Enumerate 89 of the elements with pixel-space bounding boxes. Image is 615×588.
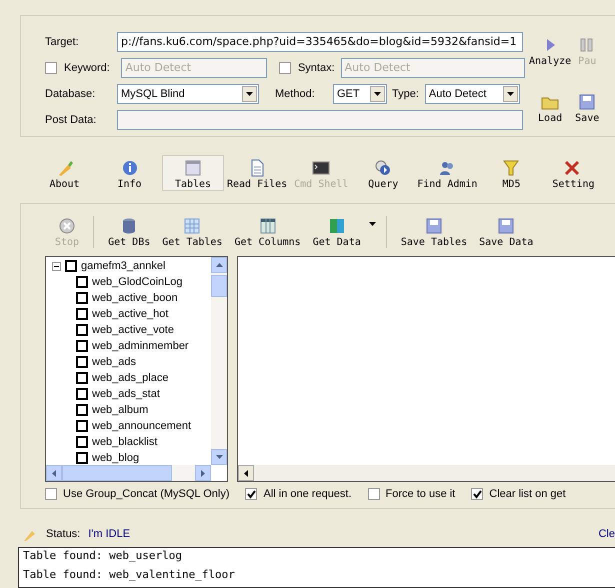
table-name[interactable]: web_blog [92,452,140,464]
table-name[interactable]: web_ads_stat [92,388,160,400]
type-dropdown[interactable]: Auto Detect [424,84,520,104]
post-data-label: Post Data: [45,114,98,126]
keyword-checkbox[interactable] [45,62,57,74]
option-label: Clear list on get [489,488,566,500]
scroll-left-icon[interactable] [238,465,254,481]
toolbar-button[interactable]: Get Tables [158,217,226,248]
database-dropdown[interactable]: MySQL Blind [117,84,259,104]
caret-icon [246,92,253,96]
checkbox[interactable] [471,488,484,500]
checkbox[interactable] [76,356,88,368]
checkbox[interactable] [76,420,88,432]
table-name[interactable]: web_adminmember [92,340,189,352]
option-label: All in one request. [263,488,352,500]
tab[interactable]: Read Files [224,155,290,191]
status-value: I'm IDLE [88,528,132,540]
table-name[interactable]: web_album [92,404,148,416]
toolbar-button[interactable]: Save Tables [396,217,472,248]
checkbox[interactable] [76,324,88,336]
table-name[interactable]: web_announcement [92,420,192,432]
checkbox[interactable] [76,404,88,416]
checkbox[interactable] [76,292,88,304]
checkbox[interactable] [76,276,88,288]
checkbox[interactable] [76,452,88,464]
tab[interactable]: MD5 [480,155,542,191]
type-label: Type: [392,88,419,100]
columns-icon [258,217,278,235]
funnel-icon [501,159,522,177]
method-label: Method: [275,88,316,100]
table-name[interactable]: web_ads [92,356,136,368]
log-line: Table found: web_valentine_floor [23,567,236,582]
scroll-down-icon[interactable] [211,449,227,465]
toolbar-button[interactable]: Get Columns [230,217,305,248]
table-name[interactable]: web_active_vote [92,324,174,336]
toolbar-button[interactable]: Load [529,93,572,136]
checkbox[interactable] [76,308,88,320]
caret-icon [506,92,514,96]
tab[interactable]: About [32,155,97,191]
tab[interactable]: Query [352,155,414,191]
table-name[interactable]: web_active_hot [92,308,168,320]
caret-icon [374,92,381,96]
database-label: Database: [45,88,96,100]
tab[interactable]: Find Admin [414,155,480,191]
checkbox[interactable] [45,488,57,500]
grid-icon [182,217,202,235]
checkbox[interactable] [76,340,88,352]
clear-link[interactable]: Cle [598,528,615,540]
scroll-up-icon[interactable] [211,257,227,273]
table-icon [183,159,203,177]
checkbox[interactable] [76,372,88,384]
keyword-label: Keyword: [64,62,111,74]
log-line: Table found: web_userlog [23,548,183,563]
checkbox[interactable] [65,260,77,272]
scroll-thumb[interactable] [211,275,227,297]
checkbox[interactable] [368,488,380,500]
table-name[interactable]: web_blacklist [92,436,158,448]
option-label: Force to use it [386,488,456,500]
scroll-thumb[interactable] [62,465,172,481]
tab[interactable]: Setting [542,155,604,191]
stop-icon [57,217,78,235]
checkbox[interactable] [76,436,88,448]
status-label: Status: [46,528,80,540]
toolbar-button[interactable]: Save [575,93,600,136]
table-name[interactable]: web_GlodCoinLog [92,276,183,288]
checkbox[interactable] [245,488,258,500]
toolbar-button[interactable]: Save Data [475,217,538,248]
toolbar-button[interactable]: Analyze [529,36,572,79]
scroll-right-icon[interactable] [195,465,211,481]
database-name[interactable]: gamefm3_annkel [81,260,166,272]
collapse-icon[interactable] [52,262,61,270]
option-label: Use Group_Concat (MySQL Only) [63,488,230,500]
tab[interactable]: Tables [162,155,224,191]
tab[interactable]: Info [97,155,162,191]
table-name[interactable]: web_ads_place [92,372,168,384]
post-data-field[interactable] [117,110,523,130]
target-url-field[interactable]: p://fans.ku6.com/space.php?uid=335465&do=blog&id=5932&fansid=1 [117,32,523,52]
keyword-field[interactable]: Auto Detect [121,58,268,78]
checkbox[interactable] [76,388,88,400]
caret-icon[interactable] [368,222,376,226]
terminal-icon [311,159,332,177]
toolbar-button[interactable]: Get Data [308,217,365,248]
toolbar-button[interactable]: Get DBs [104,217,154,248]
table-name[interactable]: web_active_boon [92,292,178,304]
method-dropdown[interactable]: GET [333,84,387,104]
syntax-label: Syntax: [298,62,335,74]
target-label: Target: [45,36,80,48]
syntax-checkbox[interactable] [278,62,291,74]
syntax-field[interactable]: Auto Detect [340,58,525,78]
